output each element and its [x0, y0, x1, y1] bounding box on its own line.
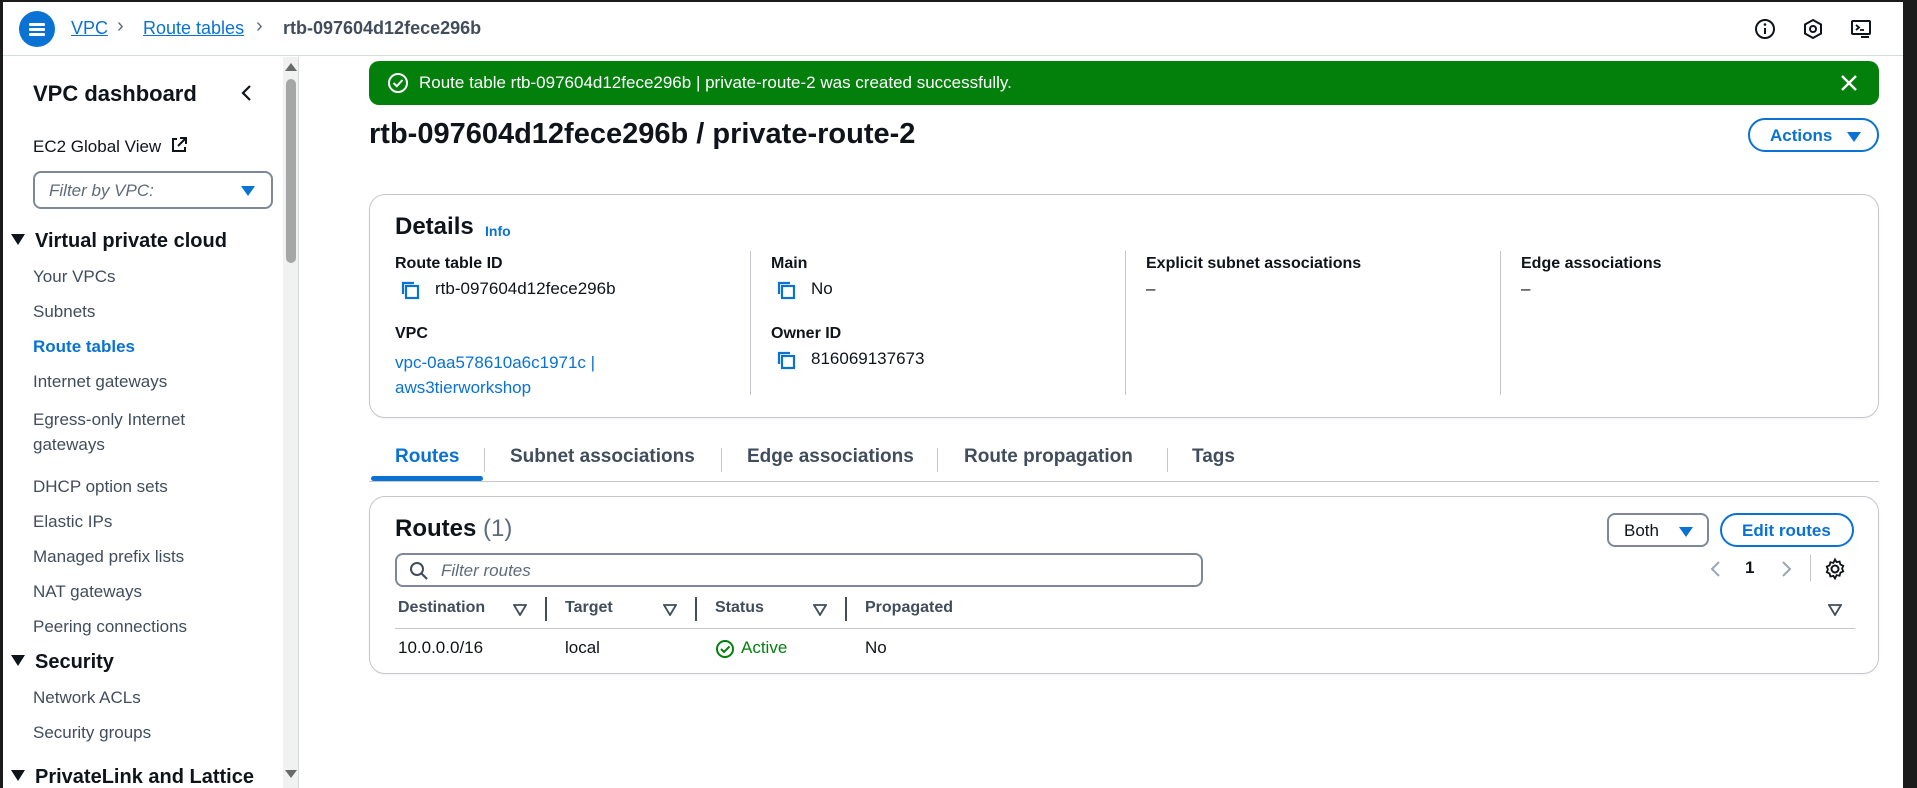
status-active-icon: [716, 640, 734, 658]
details-panel: Details Info Route table ID rtb-097604d1…: [369, 194, 1879, 418]
tab-edge-associations[interactable]: Edge associations: [747, 446, 914, 468]
filter-routes-input[interactable]: Filter routes: [395, 553, 1203, 587]
previous-page-icon[interactable]: [1708, 559, 1724, 579]
sidebar-item-egress-only-internet-gateways[interactable]: Egress-only Internet gateways: [33, 407, 185, 457]
cell-propagated: No: [865, 638, 887, 657]
window-frame-right: [1903, 0, 1917, 788]
sidebar-item-managed-prefix-lists[interactable]: Managed prefix lists: [33, 547, 184, 567]
routes-heading: Routes (1): [395, 515, 513, 542]
copy-icon[interactable]: [399, 279, 421, 301]
route-table-id-label: Route table ID: [395, 255, 503, 272]
sidebar-scroll-thumb[interactable]: [286, 79, 296, 263]
filter-by-vpc-select[interactable]: Filter by VPC:: [33, 171, 273, 209]
route-table-id-value: rtb-097604d12fece296b: [435, 279, 616, 298]
main-label: Main: [771, 255, 808, 272]
details-heading: Details: [395, 213, 474, 240]
actions-button[interactable]: Actions: [1748, 118, 1879, 152]
column-header-propagated[interactable]: Propagated: [865, 599, 953, 617]
owner-id-value: 816069137673: [811, 349, 925, 368]
sort-icon[interactable]: [663, 604, 677, 616]
sidebar-item-internet-gateways[interactable]: Internet gateways: [33, 372, 167, 392]
sidebar-title: VPC dashboard: [33, 81, 197, 106]
tab-list: Routes Subnet associations Edge associat…: [369, 440, 1879, 482]
edge-associations-label: Edge associations: [1521, 255, 1662, 272]
column-header-destination[interactable]: Destination: [398, 599, 485, 617]
edit-routes-button[interactable]: Edit routes: [1720, 513, 1854, 547]
gear-icon[interactable]: [1823, 557, 1847, 581]
caret-down-icon: [11, 770, 25, 781]
breadcrumb-route-tables[interactable]: Route tables: [143, 18, 244, 39]
tab-routes[interactable]: Routes: [395, 446, 459, 468]
page-number[interactable]: 1: [1745, 558, 1754, 578]
sort-icon[interactable]: [813, 604, 827, 616]
copy-icon[interactable]: [775, 279, 797, 301]
caret-down-icon: [1679, 527, 1693, 537]
caret-down-icon: [241, 186, 255, 196]
main-value: No: [811, 279, 833, 298]
cell-target: local: [565, 638, 600, 657]
info-link[interactable]: Info: [485, 223, 511, 239]
sidebar-item-your-vpcs[interactable]: Your VPCs: [33, 267, 116, 287]
tab-tags[interactable]: Tags: [1192, 446, 1235, 468]
scroll-up-arrow-icon[interactable]: [285, 63, 297, 71]
sidebar-item-security-groups[interactable]: Security groups: [33, 723, 151, 743]
close-icon[interactable]: [1839, 73, 1859, 93]
sort-icon[interactable]: [513, 604, 527, 616]
sidebar-item-network-acls[interactable]: Network ACLs: [33, 688, 141, 708]
next-page-icon[interactable]: [1778, 559, 1794, 579]
scroll-down-arrow-icon[interactable]: [285, 770, 297, 778]
chevron-right-icon: ›: [256, 15, 263, 37]
tab-route-propagation[interactable]: Route propagation: [964, 446, 1133, 468]
notification-icon[interactable]: [1802, 18, 1824, 40]
caret-down-icon: [1847, 132, 1861, 142]
menu-button[interactable]: [19, 11, 55, 47]
cell-destination: 10.0.0.0/16: [398, 638, 484, 657]
caret-down-icon: [11, 655, 25, 666]
sidebar-item-subnets[interactable]: Subnets: [33, 302, 95, 322]
sidebar-section-virtual-private-cloud[interactable]: Virtual private cloud: [11, 230, 227, 253]
explicit-subnet-associations-value: –: [1146, 279, 1156, 298]
menu-icon: [29, 23, 45, 26]
routes-count: (1): [483, 515, 513, 542]
search-icon: [410, 562, 428, 580]
explicit-subnet-associations-label: Explicit subnet associations: [1146, 255, 1362, 272]
info-icon[interactable]: [1754, 18, 1776, 40]
breadcrumb-current: rtb-097604d12fece296b: [283, 18, 482, 38]
collapse-sidebar-icon[interactable]: [235, 81, 259, 105]
vpc-link[interactable]: vpc-0aa578610a6c1971c | aws3tierworkshop: [395, 350, 595, 400]
side-navigation: VPC dashboard EC2 Global View Filter by …: [3, 57, 299, 788]
column-header-status[interactable]: Status: [715, 599, 764, 617]
top-navigation-bar: VPC › Route tables › rtb-097604d12fece29…: [3, 2, 1903, 56]
sort-icon[interactable]: [1828, 604, 1842, 616]
edge-associations-value: –: [1521, 279, 1531, 298]
external-link-icon: [171, 137, 187, 152]
cloudshell-icon[interactable]: [1850, 18, 1872, 40]
page-title: rtb-097604d12fece296b / private-route-2: [369, 118, 916, 150]
tab-subnet-associations[interactable]: Subnet associations: [510, 446, 695, 468]
check-circle-icon: [388, 73, 408, 93]
sidebar-item-peering-connections[interactable]: Peering connections: [33, 617, 187, 637]
sidebar-item-dhcp-option-sets[interactable]: DHCP option sets: [33, 477, 168, 497]
sidebar-section-privatelink-and-lattice[interactable]: PrivateLink and Lattice: [11, 766, 254, 788]
sidebar-section-security[interactable]: Security: [11, 651, 114, 674]
route-type-select[interactable]: Both: [1607, 513, 1709, 547]
success-flash-banner: Route table rtb-097604d12fece296b | priv…: [369, 61, 1879, 105]
vpc-label: VPC: [395, 325, 428, 342]
sidebar-item-route-tables[interactable]: Route tables: [33, 337, 135, 357]
sidebar-item-nat-gateways[interactable]: NAT gateways: [33, 582, 142, 602]
caret-down-icon: [11, 234, 25, 245]
sidebar-item-elastic-ips[interactable]: Elastic IPs: [33, 512, 112, 532]
copy-icon[interactable]: [775, 349, 797, 371]
column-header-target[interactable]: Target: [565, 599, 613, 617]
owner-id-label: Owner ID: [771, 325, 842, 342]
cell-status: Active: [741, 638, 788, 657]
flash-message: Route table rtb-097604d12fece296b | priv…: [419, 73, 1012, 92]
chevron-right-icon: ›: [117, 15, 124, 37]
routes-panel: Routes (1) Both Edit routes Filter route…: [369, 496, 1879, 674]
breadcrumb-vpc[interactable]: VPC: [71, 18, 108, 39]
sidebar-item-ec2-global-view[interactable]: EC2 Global View: [33, 136, 188, 157]
